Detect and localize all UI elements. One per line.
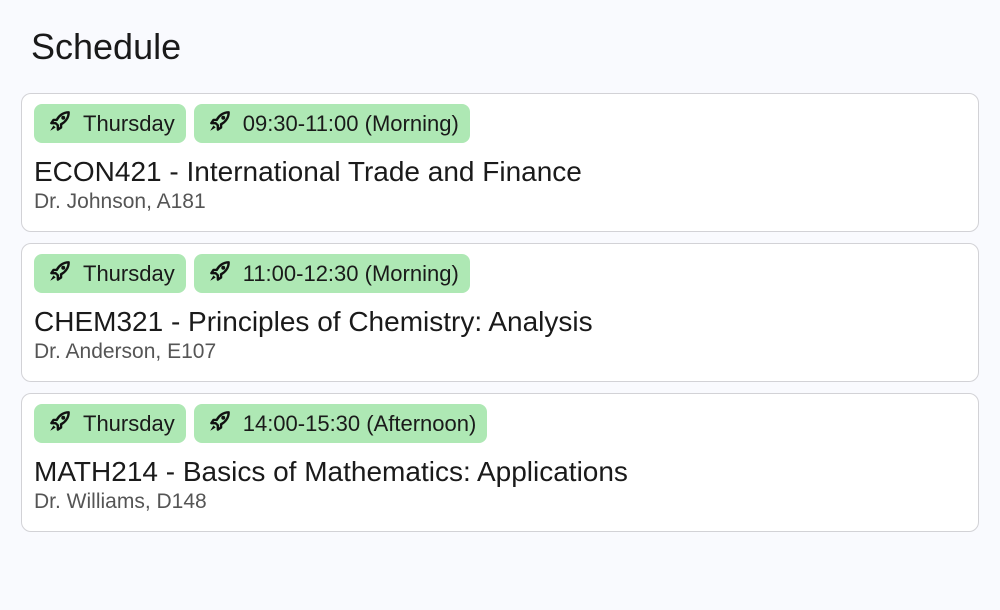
time-chip: 09:30-11:00 (Morning) — [193, 104, 470, 143]
time-chip: 14:00-15:30 (Afternoon) — [193, 404, 488, 443]
day-label: Thursday — [83, 260, 175, 286]
time-label: 11:00-12:30 (Morning) — [242, 260, 459, 286]
rocket-icon — [207, 408, 233, 440]
rocket-icon — [207, 108, 233, 140]
time-label: 09:30-11:00 (Morning) — [242, 110, 459, 136]
course-details: Dr. Williams, D148 — [34, 490, 207, 513]
rocket-icon — [47, 408, 73, 440]
course-title: ECON421 - International Trade and Financ… — [34, 156, 582, 187]
rocket-icon — [207, 258, 233, 290]
schedule-list: Thursday 09:30-11:00 (Morning) ECON421 -… — [21, 93, 979, 543]
course-title: CHEM321 - Principles of Chemistry: Analy… — [34, 306, 593, 337]
day-label: Thursday — [83, 110, 175, 136]
time-label: 14:00-15:30 (Afternoon) — [242, 410, 477, 436]
day-chip: Thursday — [34, 404, 186, 443]
day-chip: Thursday — [34, 254, 186, 293]
rocket-icon — [47, 258, 73, 290]
rocket-icon — [47, 108, 73, 140]
course-details: Dr. Johnson, A181 — [34, 190, 206, 213]
course-card[interactable]: Thursday 14:00-15:30 (Afternoon) MATH214… — [21, 393, 979, 532]
time-chip: 11:00-12:30 (Morning) — [193, 254, 470, 293]
page-title: Schedule — [31, 26, 182, 67]
course-details: Dr. Anderson, E107 — [34, 340, 217, 363]
course-card[interactable]: Thursday 11:00-12:30 (Morning) CHEM321 -… — [21, 243, 979, 382]
day-chip: Thursday — [34, 104, 186, 143]
course-card[interactable]: Thursday 09:30-11:00 (Morning) ECON421 -… — [21, 93, 979, 232]
course-title: MATH214 - Basics of Mathematics: Applica… — [34, 456, 628, 487]
day-label: Thursday — [83, 410, 175, 436]
